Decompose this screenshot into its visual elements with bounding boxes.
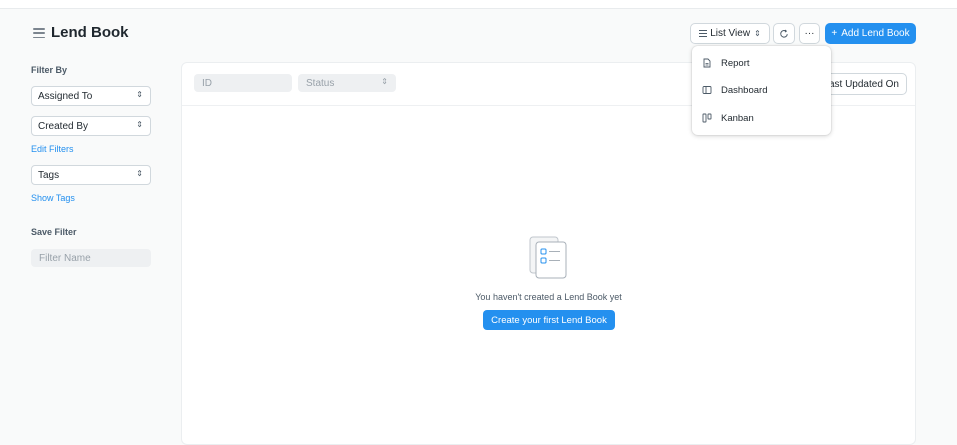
view-menu-dropdown: Report Dashboard Kanban: [692, 46, 831, 135]
create-first-lend-book-button[interactable]: Create your first Lend Book: [483, 310, 615, 330]
dashboard-icon: [702, 86, 712, 94]
empty-list-icon: [529, 236, 567, 279]
view-menu-item-label: Report: [721, 57, 750, 69]
empty-state-message: You haven't created a Lend Book yet: [475, 292, 622, 302]
view-menu-item-dashboard[interactable]: Dashboard: [702, 81, 767, 99]
more-options-button[interactable]: ···: [799, 23, 820, 44]
status-placeholder: Status: [306, 77, 335, 89]
tags-label: Tags: [38, 169, 60, 181]
view-selector-button[interactable]: List View ⇕: [690, 23, 770, 44]
add-button-label: Add Lend Book: [841, 28, 910, 39]
show-tags-link[interactable]: Show Tags: [31, 193, 75, 203]
refresh-icon: [780, 29, 788, 38]
select-caret-icon: ⇕: [136, 169, 143, 178]
assigned-to-filter[interactable]: Assigned To ⇕: [31, 86, 151, 106]
plus-icon: +: [831, 28, 838, 39]
created-by-label: Created By: [38, 120, 89, 132]
edit-filters-link[interactable]: Edit Filters: [31, 144, 74, 154]
more-icon: ···: [804, 28, 815, 39]
filter-name-input[interactable]: [31, 249, 151, 267]
save-filter-label: Save Filter: [31, 227, 77, 237]
report-icon: [703, 58, 711, 68]
view-menu-item-report[interactable]: Report: [702, 54, 750, 72]
assigned-to-label: Assigned To: [38, 90, 93, 102]
sidebar-toggle-icon[interactable]: [33, 28, 45, 38]
top-navbar: [0, 0, 957, 9]
select-caret-icon: ⇕: [136, 90, 143, 99]
page-title: Lend Book: [51, 24, 129, 41]
view-menu-item-label: Kanban: [721, 112, 754, 124]
status-filter-select[interactable]: Status ⇕: [298, 74, 396, 92]
created-by-filter[interactable]: Created By ⇕: [31, 116, 151, 136]
select-caret-icon: ⇕: [381, 77, 388, 86]
view-menu-item-label: Dashboard: [721, 84, 768, 96]
id-filter-input[interactable]: ID: [194, 74, 292, 92]
filter-by-label: Filter By: [31, 65, 68, 75]
kanban-icon: [702, 113, 712, 123]
list-icon: [699, 30, 708, 37]
view-menu-item-kanban[interactable]: Kanban: [702, 109, 754, 127]
refresh-button[interactable]: [773, 23, 795, 44]
view-selector-label: List View: [710, 28, 751, 39]
select-caret-icon: ⇕: [754, 29, 761, 38]
select-caret-icon: ⇕: [136, 120, 143, 129]
tags-filter[interactable]: Tags ⇕: [31, 165, 151, 185]
add-lend-book-button[interactable]: + Add Lend Book: [825, 23, 916, 44]
